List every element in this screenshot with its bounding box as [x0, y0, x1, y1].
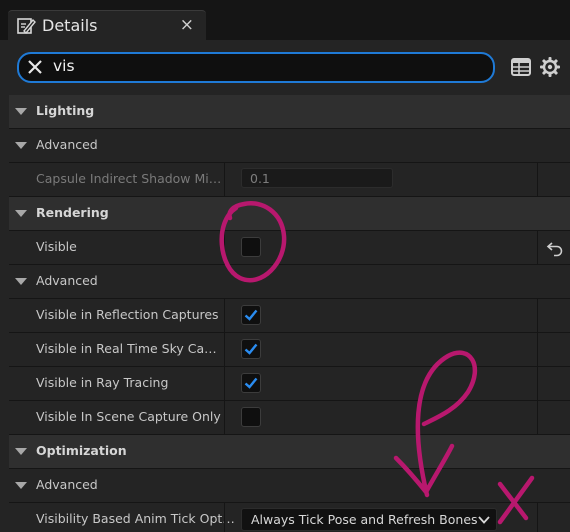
property-label: Visibility Based Anim Tick Option — [36, 511, 236, 526]
subcategory-lighting-advanced[interactable]: Advanced — [9, 129, 570, 163]
capsule-shadow-value-field[interactable]: 0.1 — [241, 168, 393, 188]
category-rendering[interactable]: Rendering — [9, 197, 570, 231]
column-divider[interactable] — [224, 231, 225, 264]
category-lighting[interactable]: Lighting — [9, 95, 570, 129]
checkmark-icon — [244, 309, 258, 321]
property-label: Visible in Ray Tracing — [36, 375, 169, 390]
details-panel: vis Lighting Advanced Capsule Indirect S… — [0, 40, 570, 532]
subcategory-label: Advanced — [36, 273, 98, 288]
subcategory-label: Advanced — [36, 477, 98, 492]
pencil-details-icon — [17, 18, 36, 35]
property-visible-in-real-time-sky-capture: Visible in Real Time Sky Captur... — [9, 333, 570, 367]
property-capsule-indirect-shadow: Capsule Indirect Shadow Min... 0.1 — [9, 163, 570, 197]
column-divider — [537, 299, 538, 332]
subcategory-optimization-advanced[interactable]: Advanced — [9, 469, 570, 503]
property-label: Visible In Scene Capture Only — [36, 409, 221, 424]
close-icon[interactable] — [27, 59, 43, 75]
reflection-captures-checkbox[interactable] — [241, 305, 261, 325]
category-label: Lighting — [36, 103, 95, 118]
reset-to-default-icon[interactable] — [546, 239, 564, 257]
expand-arrow-icon[interactable] — [15, 142, 27, 149]
search-value[interactable]: vis — [53, 57, 75, 75]
property-visible: Visible — [9, 231, 570, 265]
column-divider — [537, 503, 538, 532]
expand-arrow-icon[interactable] — [15, 108, 27, 115]
search-input[interactable]: vis — [17, 52, 495, 83]
expand-arrow-icon[interactable] — [15, 448, 27, 455]
expand-arrow-icon[interactable] — [15, 278, 27, 285]
column-divider — [537, 367, 538, 400]
tab-details[interactable]: Details × — [8, 10, 206, 41]
property-visible-in-scene-capture-only: Visible In Scene Capture Only — [9, 401, 570, 435]
dropdown-value: Always Tick Pose and Refresh Bones — [251, 512, 478, 527]
property-label: Capsule Indirect Shadow Min... — [36, 171, 224, 186]
sky-capture-checkbox[interactable] — [241, 339, 261, 359]
gear-icon[interactable] — [539, 56, 561, 78]
column-divider — [537, 333, 538, 366]
table-view-icon[interactable] — [510, 56, 532, 78]
property-label: Visible — [36, 239, 77, 254]
column-divider — [537, 401, 538, 434]
property-visibility-based-anim-tick-option: Visibility Based Anim Tick Option Always… — [9, 503, 570, 532]
category-label: Optimization — [36, 443, 127, 458]
scene-capture-only-checkbox[interactable] — [241, 407, 261, 427]
anim-tick-option-dropdown[interactable]: Always Tick Pose and Refresh Bones — [241, 508, 497, 531]
chevron-down-icon — [478, 516, 490, 524]
column-divider[interactable] — [224, 367, 225, 400]
checkmark-icon — [244, 377, 258, 389]
category-label: Rendering — [36, 205, 109, 220]
column-divider[interactable] — [224, 503, 225, 532]
subcategory-rendering-advanced[interactable]: Advanced — [9, 265, 570, 299]
property-visible-in-reflection-captures: Visible in Reflection Captures — [9, 299, 570, 333]
checkmark-icon — [244, 343, 258, 355]
property-label: Visible in Real Time Sky Captur... — [36, 341, 224, 356]
details-window: Details × vis Lighting Advanced Capsule … — [0, 0, 570, 532]
column-divider[interactable] — [224, 299, 225, 332]
column-divider[interactable] — [224, 333, 225, 366]
ray-tracing-checkbox[interactable] — [241, 373, 261, 393]
column-divider — [537, 231, 538, 264]
subcategory-label: Advanced — [36, 137, 98, 152]
visible-checkbox[interactable] — [241, 237, 261, 257]
tab-close-icon[interactable]: × — [180, 15, 194, 35]
property-list: Lighting Advanced Capsule Indirect Shado… — [9, 95, 570, 532]
property-label: Visible in Reflection Captures — [36, 307, 219, 322]
expand-arrow-icon[interactable] — [15, 210, 27, 217]
category-optimization[interactable]: Optimization — [9, 435, 570, 469]
property-visible-in-ray-tracing: Visible in Ray Tracing — [9, 367, 570, 401]
column-divider[interactable] — [224, 163, 225, 196]
tab-title: Details — [42, 16, 98, 35]
column-divider[interactable] — [224, 401, 225, 434]
column-divider — [537, 163, 538, 196]
tab-bar: Details × — [0, 0, 570, 41]
expand-arrow-icon[interactable] — [15, 482, 27, 489]
